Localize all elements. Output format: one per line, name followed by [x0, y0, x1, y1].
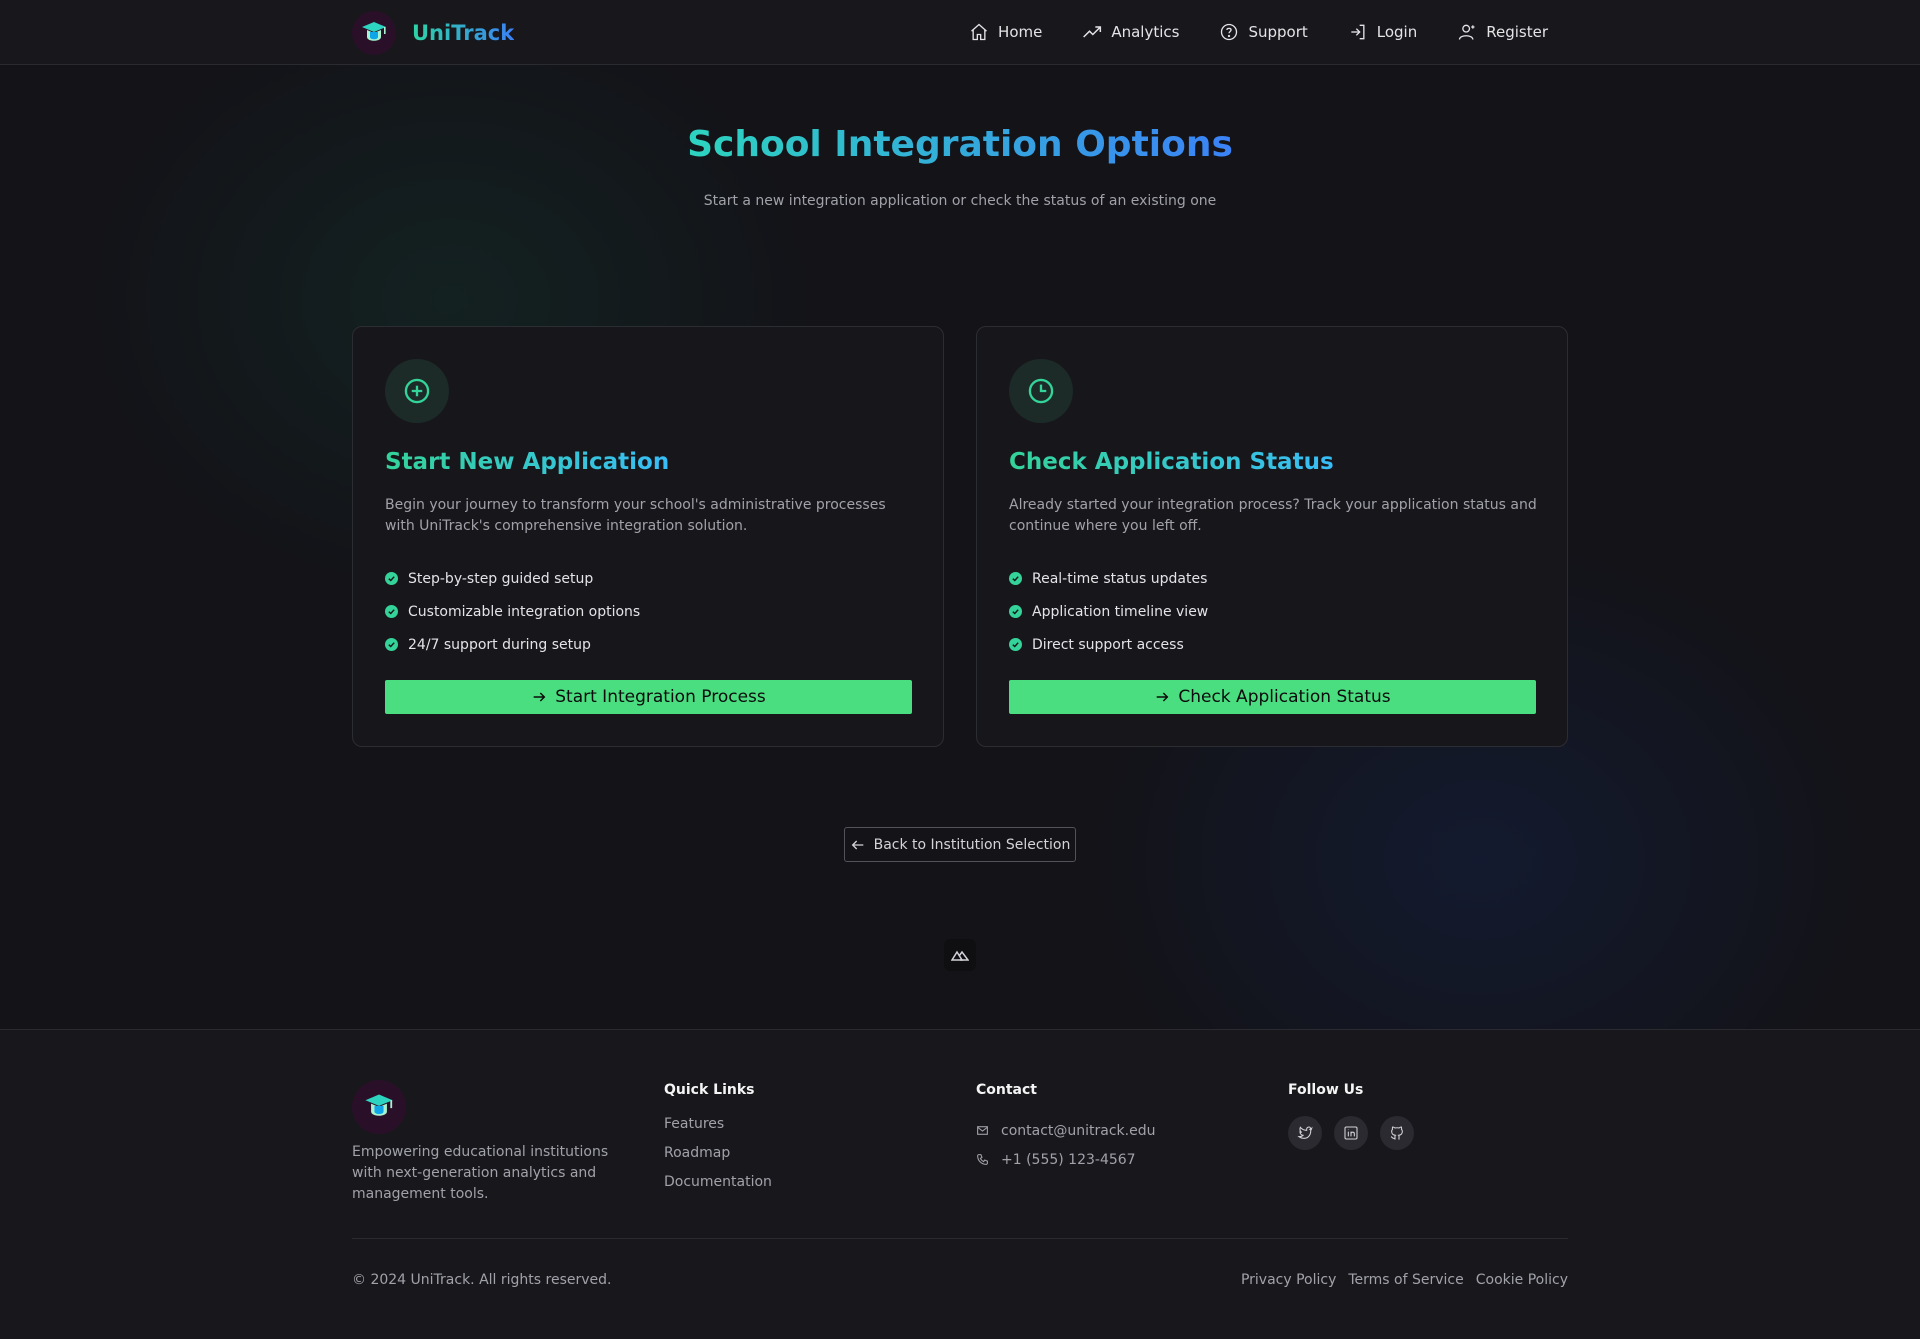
check-status-label: Check Application Status — [1178, 687, 1391, 707]
nav-analytics-label: Analytics — [1111, 23, 1180, 41]
contact-email[interactable]: contact@unitrack.edu — [976, 1116, 1155, 1145]
check-icon — [385, 638, 398, 651]
feature-label: Customizable integration options — [408, 603, 641, 620]
trend-icon — [1083, 26, 1102, 38]
feature-list: Real-time status updates Application tim… — [1009, 562, 1208, 661]
card-title: Check Application Status — [1009, 449, 1334, 475]
feature-label: Direct support access — [1032, 636, 1184, 653]
nav-login[interactable]: Login — [1348, 22, 1417, 42]
contact-phone-text: +1 (555) 123-4567 — [1001, 1151, 1136, 1168]
nav-home-label: Home — [998, 23, 1043, 41]
top-navbar: UniTrack Home Analytics Support Login Re… — [0, 0, 1920, 65]
quick-links-list: Features Roadmap Documentation — [664, 1116, 772, 1203]
feature-list: Step-by-step guided setup Customizable i… — [385, 562, 640, 661]
legal-links: Privacy Policy Terms of Service Cookie P… — [1241, 1272, 1568, 1288]
cookie-policy-link[interactable]: Cookie Policy — [1476, 1272, 1568, 1288]
contact-title: Contact — [976, 1082, 1037, 1098]
nav-home[interactable]: Home — [969, 22, 1042, 42]
footer-link-roadmap[interactable]: Roadmap — [664, 1145, 772, 1174]
clock-icon — [1009, 359, 1073, 423]
nav-support[interactable]: Support — [1219, 22, 1308, 42]
logo-icon — [352, 11, 396, 55]
feature-item: 24/7 support during setup — [385, 628, 640, 661]
start-integration-label: Start Integration Process — [555, 687, 766, 707]
privacy-policy-link[interactable]: Privacy Policy — [1241, 1272, 1336, 1288]
arrow-left-icon — [851, 840, 863, 849]
contact-list: contact@unitrack.edu +1 (555) 123-4567 — [976, 1116, 1155, 1174]
footer: Empowering educational institutions with… — [0, 1029, 1920, 1339]
check-icon — [1009, 605, 1022, 618]
nav-register-label: Register — [1486, 23, 1548, 41]
check-icon — [385, 605, 398, 618]
footer-tagline: Empowering educational institutions with… — [352, 1144, 609, 1202]
nav-support-label: Support — [1248, 23, 1308, 41]
login-icon — [1351, 24, 1365, 40]
check-icon — [385, 572, 398, 585]
nav-register[interactable]: Register — [1457, 22, 1548, 42]
start-application-card: Start New Application Begin your journey… — [352, 326, 944, 747]
back-to-institution-button[interactable]: Back to Institution Selection — [844, 827, 1076, 862]
help-circle-icon — [1221, 23, 1238, 41]
card-description: Already started your integration process… — [1009, 497, 1537, 534]
contact-phone[interactable]: +1 (555) 123-4567 — [976, 1145, 1155, 1174]
github-icon[interactable] — [1380, 1116, 1414, 1150]
feature-label: Real-time status updates — [1032, 570, 1208, 587]
nav-login-label: Login — [1376, 23, 1418, 41]
page-title: School Integration Options — [687, 124, 1233, 165]
feature-item: Step-by-step guided setup — [385, 562, 640, 595]
contact-email-text: contact@unitrack.edu — [1001, 1122, 1156, 1139]
footer-logo-icon — [352, 1080, 406, 1134]
back-button-label: Back to Institution Selection — [873, 836, 1071, 853]
twitter-icon[interactable] — [1288, 1116, 1322, 1150]
nav-links: Home Analytics Support Login Register — [969, 0, 1548, 64]
check-icon — [1009, 572, 1022, 585]
feature-item: Real-time status updates — [1009, 562, 1208, 595]
card-description: Begin your journey to transform your sch… — [385, 497, 886, 534]
plus-circle-icon — [385, 359, 449, 423]
feature-label: Step-by-step guided setup — [408, 570, 594, 587]
copyright: © 2024 UniTrack. All rights reserved. — [352, 1272, 612, 1288]
mountain-icon[interactable] — [944, 939, 976, 971]
feature-item: Application timeline view — [1009, 595, 1208, 628]
start-integration-button[interactable]: Start Integration Process — [385, 680, 912, 714]
check-status-button[interactable]: Check Application Status — [1009, 680, 1536, 714]
check-icon — [1009, 638, 1022, 651]
follow-us-title: Follow Us — [1288, 1082, 1364, 1098]
arrow-right-icon — [533, 692, 546, 702]
feature-label: 24/7 support during setup — [408, 636, 591, 653]
footer-divider — [352, 1238, 1568, 1239]
feature-item: Customizable integration options — [385, 595, 640, 628]
mail-icon — [977, 1126, 988, 1135]
arrow-right-icon — [1157, 692, 1169, 702]
feature-item: Direct support access — [1009, 628, 1208, 661]
footer-link-features[interactable]: Features — [664, 1116, 772, 1145]
user-plus-icon — [1459, 24, 1475, 40]
footer-link-documentation[interactable]: Documentation — [664, 1174, 772, 1203]
check-status-card: Check Application Status Already started… — [976, 326, 1568, 747]
page-subtitle: Start a new integration application or c… — [703, 193, 1217, 209]
terms-of-service-link[interactable]: Terms of Service — [1348, 1272, 1463, 1288]
brand[interactable]: UniTrack — [352, 11, 514, 55]
brand-name: UniTrack — [412, 21, 515, 45]
nav-analytics[interactable]: Analytics — [1082, 22, 1179, 42]
phone-icon — [977, 1154, 988, 1165]
social-links — [1288, 1116, 1414, 1150]
home-icon — [971, 23, 987, 41]
quick-links-title: Quick Links — [664, 1082, 755, 1098]
card-title: Start New Application — [385, 449, 670, 475]
feature-label: Application timeline view — [1032, 603, 1209, 620]
linkedin-icon[interactable] — [1334, 1116, 1368, 1150]
